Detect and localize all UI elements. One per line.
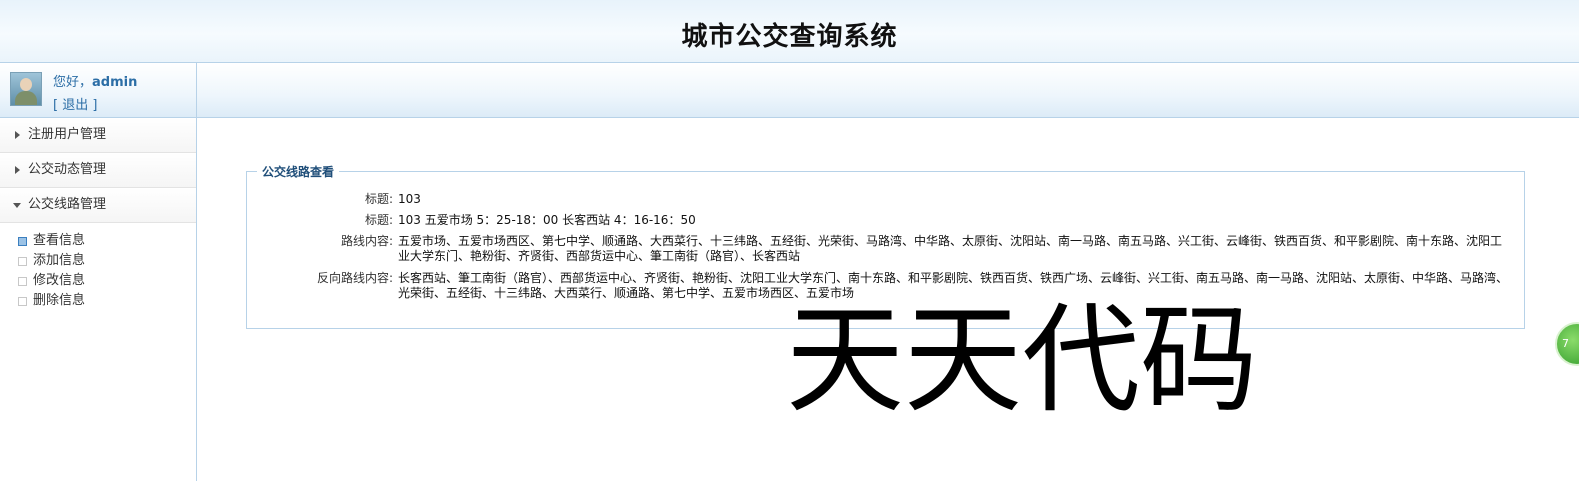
system-title: 城市公交查询系统	[681, 22, 898, 52]
field-value: 103 五爱市场 5：25-18：00 长客西站 4：16-16：50	[398, 213, 696, 227]
greeting: 您好，admin	[53, 71, 137, 90]
floating-widget-button[interactable]: 7	[1555, 322, 1579, 366]
submenu-label: 修改信息	[33, 273, 86, 288]
field-label: 路线内容:	[340, 234, 393, 248]
menu-label: 公交动态管理	[28, 162, 107, 177]
field-label: 标题:	[364, 192, 393, 206]
menu-label: 公交线路管理	[28, 197, 107, 212]
field-label: 反向路线内容:	[316, 271, 393, 285]
submenu-label: 查看信息	[33, 233, 86, 248]
bus-routes-submenu: 查看信息 添加信息 修改信息 删除信息	[0, 223, 196, 311]
menu-label: 注册用户管理	[28, 127, 107, 142]
avatar	[10, 72, 42, 106]
greeting-text: 您好，	[53, 75, 93, 90]
submenu-label: 添加信息	[33, 253, 86, 268]
logout-link[interactable]: [ 退出 ]	[53, 94, 97, 113]
submenu-add-info[interactable]: 添加信息	[18, 251, 196, 271]
triangle-right-icon	[15, 166, 20, 174]
square-bullet-icon	[18, 277, 27, 286]
square-bullet-icon	[18, 257, 27, 266]
field-value: 103	[398, 192, 421, 206]
field-value: 五爱市场、五爱市场西区、第七中学、顺通路、大西菜行、十三纬路、五经街、光荣街、马…	[398, 234, 1503, 263]
watermark-text: 天天代码	[786, 291, 1259, 429]
field-label: 标题:	[364, 213, 393, 227]
sidebar: 注册用户管理 公交动态管理 公交线路管理 查看信息 添加信息 修改信息 删除信息	[0, 118, 197, 481]
user-name: admin	[92, 75, 138, 90]
square-bullet-icon	[18, 237, 27, 246]
page-header: 城市公交查询系统	[0, 0, 1579, 63]
triangle-down-icon	[13, 203, 21, 208]
user-box: 您好，admin [ 退出 ]	[0, 63, 197, 117]
menu-registered-users[interactable]: 注册用户管理	[0, 118, 196, 153]
top-bar: 您好，admin [ 退出 ]	[0, 63, 1579, 118]
menu-bus-news[interactable]: 公交动态管理	[0, 153, 196, 188]
panel-legend: 公交线路查看	[257, 163, 340, 180]
menu-bus-routes[interactable]: 公交线路管理	[0, 188, 196, 223]
square-bullet-icon	[18, 297, 27, 306]
triangle-right-icon	[15, 131, 20, 139]
submenu-edit-info[interactable]: 修改信息	[18, 271, 196, 291]
submenu-view-info[interactable]: 查看信息	[18, 231, 196, 251]
submenu-label: 删除信息	[33, 293, 86, 308]
submenu-delete-info[interactable]: 删除信息	[18, 291, 196, 311]
